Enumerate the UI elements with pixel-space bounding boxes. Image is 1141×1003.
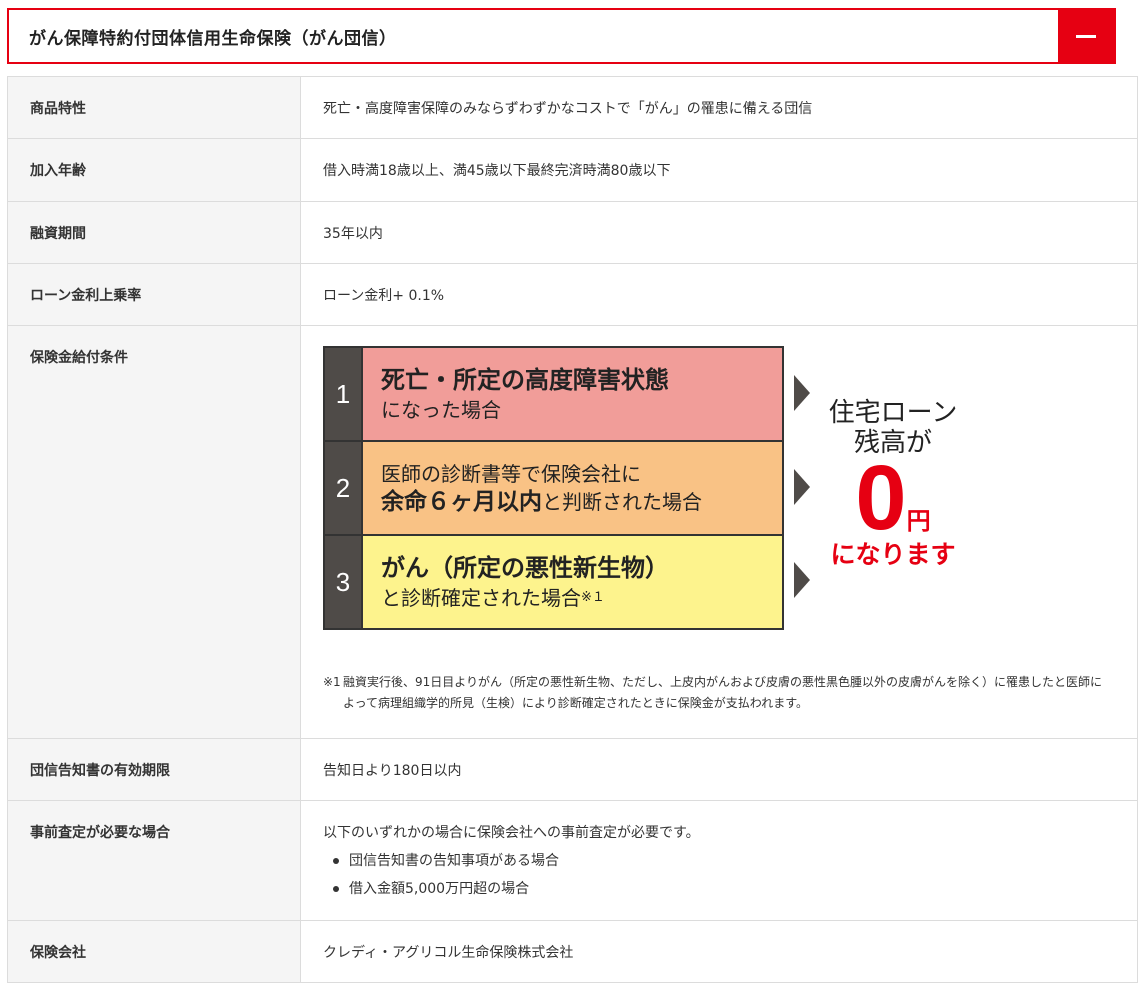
footnote: ※1 融資実行後、91日目よりがん（所定の悪性新生物、ただし、上皮内がんおよび皮… (323, 672, 1113, 714)
footnote-reference: ※１ (581, 590, 605, 605)
row-value: クレディ・アグリコル生命保険株式会社 (300, 920, 1138, 983)
table-row: 商品特性 死亡・高度障害保障のみならずわずかなコストで「がん」の罹患に備える団信 (7, 76, 1138, 139)
condition-sub-text: と判断された場合 (542, 490, 702, 514)
condition-1: 1 死亡・所定の高度障害状態 になった場合 (325, 348, 782, 442)
collapse-toggle-button[interactable] (1058, 10, 1114, 62)
list-item: 団信告知書の告知事項がある場合 (323, 847, 1137, 875)
row-value: 借入時満18歳以上、満45歳以下最終完済時満80歳以下 (300, 138, 1138, 202)
row-label: 事前査定が必要な場合 (7, 800, 301, 921)
benefit-conditions-diagram: 1 死亡・所定の高度障害状態 になった場合 2 医師の診断書等で保険会社に 余命… (323, 346, 1113, 646)
row-label: 加入年齢 (7, 138, 301, 202)
arrow-right-icon (794, 375, 810, 411)
condition-sub-text: 医師の診断書等で保険会社に (381, 462, 641, 486)
list-item: 借入金額5,000万円超の場合 (323, 875, 1137, 903)
table-row: 保険金給付条件 1 死亡・所定の高度障害状態 になった場合 2 医師の診断書等で… (7, 325, 1138, 739)
condition-main-text: がん（所定の悪性新生物） (381, 554, 669, 582)
row-label: 保険金給付条件 (7, 325, 301, 739)
result-line: になります (830, 540, 956, 569)
condition-emphasis: 余命６ヶ月以内 (381, 489, 542, 515)
row-value: 告知日より180日以内 (300, 738, 1138, 801)
condition-number: 2 (325, 442, 361, 534)
conditions-cell: 1 死亡・所定の高度障害状態 になった場合 2 医師の診断書等で保険会社に 余命… (300, 325, 1138, 739)
prescreen-list: 団信告知書の告知事項がある場合 借入金額5,000万円超の場合 (323, 847, 1137, 903)
table-row: ローン金利上乗率 ローン金利+ 0.1% (7, 263, 1138, 326)
result-yen: 円 (906, 507, 931, 535)
condition-main-text: 死亡・所定の高度障害状態 (381, 366, 669, 394)
table-row: 加入年齢 借入時満18歳以上、満45歳以下最終完済時満80歳以下 (7, 138, 1138, 202)
minus-icon (1076, 34, 1096, 38)
table-row: 事前査定が必要な場合 以下のいずれかの場合に保険会社への事前査定が必要です。 団… (7, 800, 1138, 921)
row-label: 融資期間 (7, 201, 301, 264)
row-label: 団信告知書の有効期限 (7, 738, 301, 801)
table-row: 保険会社 クレディ・アグリコル生命保険株式会社 (7, 920, 1138, 983)
row-label: ローン金利上乗率 (7, 263, 301, 326)
row-value: 35年以内 (300, 201, 1138, 264)
condition-2: 2 医師の診断書等で保険会社に 余命６ヶ月以内と判断された場合 (325, 442, 782, 536)
row-label: 保険会社 (7, 920, 301, 983)
condition-number: 3 (325, 536, 361, 628)
prescreen-intro: 以下のいずれかの場合に保険会社への事前査定が必要です。 (323, 825, 700, 841)
row-value: 死亡・高度障害保障のみならずわずかなコストで「がん」の罹患に備える団信 (300, 76, 1138, 139)
accordion-title: がん保障特約付団体信用生命保険（がん団信） (29, 28, 397, 49)
result-line: 住宅ローン (828, 398, 958, 428)
spec-table: 商品特性 死亡・高度障害保障のみならずわずかなコストで「がん」の罹患に備える団信… (7, 76, 1138, 983)
table-row: 団信告知書の有効期限 告知日より180日以内 (7, 738, 1138, 801)
result-zero: 0 (855, 447, 907, 549)
footnote-mark: ※1 (323, 675, 341, 689)
arrow-right-icon (794, 469, 810, 505)
footnote-text: 融資実行後、91日目よりがん（所定の悪性新生物、ただし、上皮内がんおよび皮膚の悪… (343, 675, 1103, 710)
result-message: 住宅ローン 残高が 0円 になります (818, 398, 968, 570)
condition-3: 3 がん（所定の悪性新生物） と診断確定された場合※１ (325, 536, 782, 628)
row-label: 商品特性 (7, 76, 301, 139)
condition-sub-text: になった場合 (381, 398, 501, 422)
condition-number: 1 (325, 348, 361, 440)
row-value: 以下のいずれかの場合に保険会社への事前査定が必要です。 団信告知書の告知事項があ… (300, 800, 1138, 921)
condition-sub-text: と診断確定された場合 (381, 586, 581, 610)
accordion-header[interactable]: がん保障特約付団体信用生命保険（がん団信） (7, 8, 1116, 64)
condition-boxes: 1 死亡・所定の高度障害状態 になった場合 2 医師の診断書等で保険会社に 余命… (323, 346, 784, 630)
row-value: ローン金利+ 0.1% (300, 263, 1138, 326)
table-row: 融資期間 35年以内 (7, 201, 1138, 264)
arrow-right-icon (794, 562, 810, 598)
